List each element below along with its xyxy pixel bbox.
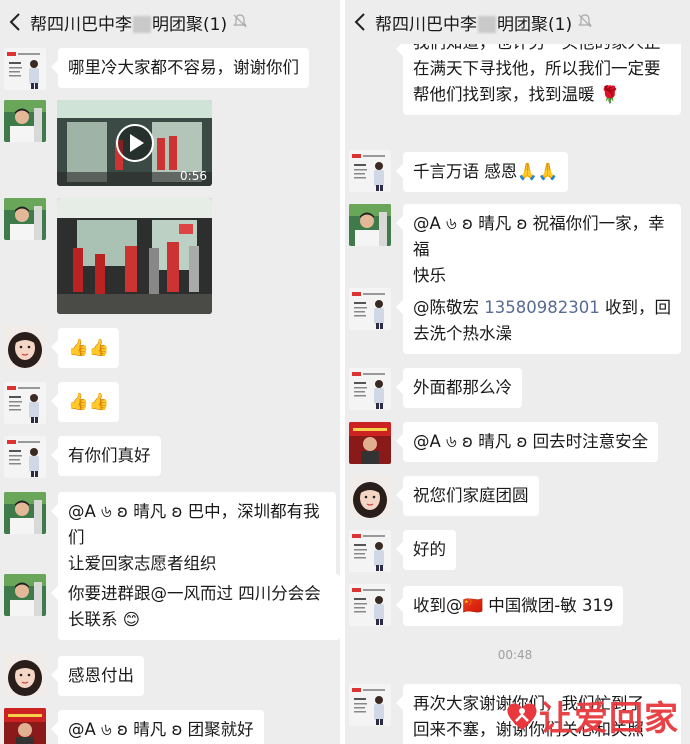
message-bubble: 有你们真好: [58, 436, 161, 476]
chat-title: 帮四川巴中李 明团聚(1): [375, 14, 573, 35]
play-icon[interactable]: [115, 123, 155, 167]
avatar[interactable]: [349, 476, 391, 518]
mute-icon: [233, 13, 247, 32]
avatar[interactable]: [349, 288, 391, 330]
avatar[interactable]: [349, 368, 391, 410]
avatar[interactable]: [4, 492, 46, 534]
phone-link[interactable]: 13580982301: [484, 298, 599, 317]
message-timestamp: 00:48: [497, 648, 533, 662]
watermark-text: 让爱回家: [539, 699, 679, 739]
message-bubble: 你要进群跟@一风而过 四川分会会 长联系 😊: [58, 574, 340, 640]
back-icon[interactable]: [0, 0, 30, 44]
avatar[interactable]: [349, 422, 391, 464]
back-icon[interactable]: [345, 0, 375, 44]
message-bubble: 感恩付出: [58, 656, 144, 696]
avatar[interactable]: [349, 204, 391, 246]
avatar[interactable]: [4, 382, 46, 424]
video-message[interactable]: 0:56: [57, 100, 212, 186]
message-bubble: @A ৬ ʚ 晴凡 ʚ 回去时注意安全: [403, 422, 659, 462]
chat-title: 帮四川巴中李 明团聚(1): [30, 14, 228, 35]
message-bubble: @A ৬ ʚ 晴凡 ʚ 祝福你们一家，幸福 快乐: [403, 204, 681, 296]
avatar[interactable]: [4, 48, 46, 90]
message-bubble: 千言万语 感恩🙏🙏: [403, 152, 569, 192]
message-bubble: 👍👍: [58, 328, 120, 368]
mute-icon: [578, 13, 592, 32]
video-duration: 0:56: [180, 169, 207, 183]
chat-panel-left: 帮四川巴中李 明团聚(1) 哪里冷大家都不容易，谢谢你们 0:56 👍👍 👍👍 …: [0, 0, 340, 744]
watermark-logo: 让爱回家: [505, 691, 679, 740]
avatar[interactable]: [349, 584, 391, 626]
chat-header: 帮四川巴中李 明团聚(1): [345, 0, 685, 44]
avatar[interactable]: [4, 574, 46, 616]
message-bubble: @A ৬ ʚ 晴凡 ʚ 巴中，深圳都有我们 让爱回家志愿者组织: [58, 492, 336, 584]
message-bubble: @A ৬ ʚ 晴凡 ʚ 团聚就好: [58, 710, 264, 744]
message-bubble: 外面都那么冷: [403, 368, 522, 408]
avatar[interactable]: [349, 150, 391, 192]
avatar[interactable]: [4, 326, 46, 368]
message-bubble: 哪里冷大家都不容易，谢谢你们: [58, 48, 309, 88]
avatar[interactable]: [4, 198, 46, 240]
message-bubble: 👍👍: [58, 382, 120, 422]
avatar[interactable]: [4, 436, 46, 478]
avatar[interactable]: [349, 684, 391, 726]
avatar[interactable]: [4, 100, 46, 142]
avatar[interactable]: [4, 708, 46, 744]
heart-logo-icon: [507, 703, 537, 730]
message-bubble: @陈敬宏 13580982301 收到，回 去洗个热水澡: [403, 288, 681, 354]
avatar[interactable]: [349, 530, 391, 572]
message-bubble: 好的: [403, 530, 456, 570]
photo-thumbnail: [57, 198, 212, 314]
chat-panel-right: 我们知道，也许另一头他的家人正 在满天下寻找他，所以我们一定要 帮他们找到家，找…: [345, 0, 685, 744]
message-bubble: 收到@🇨🇳 中国微团-敏 319: [403, 586, 624, 626]
chat-header: 帮四川巴中李 明团聚(1): [0, 0, 340, 44]
image-message[interactable]: [57, 198, 212, 314]
message-bubble: 祝您们家庭团圆: [403, 476, 539, 516]
avatar[interactable]: [4, 654, 46, 696]
